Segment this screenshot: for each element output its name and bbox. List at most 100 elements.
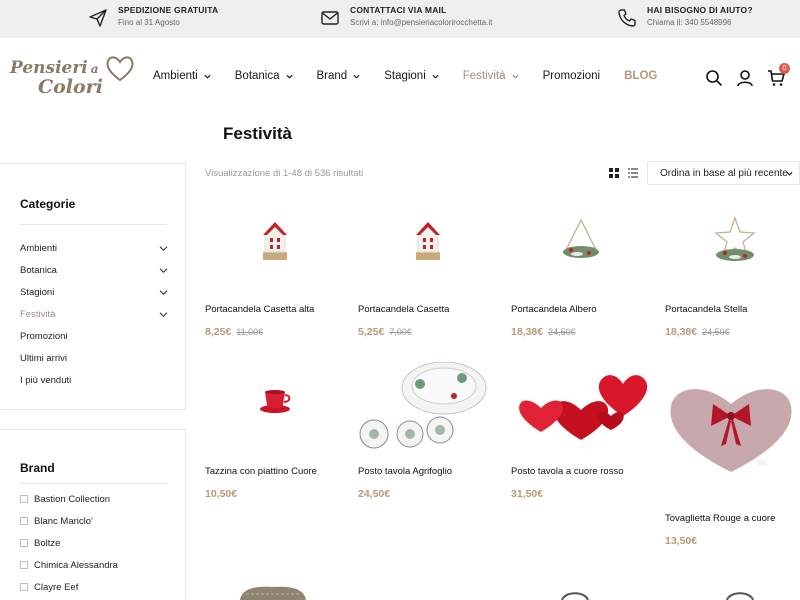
house-candle-holder-image — [263, 222, 287, 260]
product-name[interactable]: Portacandela Casetta — [358, 304, 449, 315]
logo-line2: Colori — [38, 76, 103, 98]
chevron-down-icon[interactable] — [159, 245, 168, 252]
next-row-product-image[interactable] — [725, 590, 755, 600]
product-name[interactable]: Posto tavola a cuore rosso — [511, 466, 623, 477]
nav-item-label: BLOG — [624, 70, 658, 82]
brand-filter-item[interactable]: Clayre Eef — [20, 576, 180, 598]
category-item[interactable]: Ambienti — [20, 237, 168, 259]
chevron-down-icon[interactable] — [159, 311, 168, 318]
nav-item-label: Botanica — [234, 70, 280, 82]
category-item[interactable]: Ultimi arrivi — [20, 347, 168, 369]
category-label: Stagioni — [20, 286, 55, 298]
current-price: 31,50€ — [511, 488, 544, 500]
product-image[interactable] — [205, 362, 345, 457]
category-item[interactable]: I più venduti — [20, 369, 168, 391]
site-logo[interactable]: Pensieri a Colori — [10, 56, 134, 100]
product-image[interactable] — [205, 200, 345, 295]
nav-item-botanica[interactable]: Botanica — [235, 70, 293, 82]
brand-filter-item[interactable]: Boltze — [20, 532, 180, 554]
category-item[interactable]: Promozioni — [20, 325, 168, 347]
brand-label: Blanc Mariclo' — [34, 515, 93, 527]
brand-label: Clayre Eef — [34, 581, 79, 593]
brand-checkbox[interactable] — [20, 517, 28, 525]
brand-checkbox[interactable] — [20, 561, 28, 569]
grid-view-icon[interactable] — [609, 168, 619, 178]
next-row-product-image[interactable] — [560, 590, 590, 600]
category-label: Botanica — [20, 264, 57, 276]
search-icon[interactable] — [705, 69, 723, 87]
mail-sub[interactable]: Scrivi a: info@pensieriacolorirocchetta.… — [350, 17, 492, 29]
category-item[interactable]: Stagioni — [20, 281, 168, 303]
product-name[interactable]: Posto tavola Agrifoglio — [358, 466, 452, 477]
brand-checkbox[interactable] — [20, 495, 28, 503]
product-price: 5,25€ 7,00€ — [358, 326, 412, 338]
logo-a: a — [90, 62, 99, 76]
nav-item-stagioni[interactable]: Stagioni — [384, 70, 439, 82]
heart-placemat-image — [670, 389, 792, 472]
next-row-product-image[interactable] — [236, 582, 310, 600]
sort-label: Ordina in base al più recente — [660, 167, 788, 179]
chevron-down-icon[interactable] — [159, 267, 168, 274]
brand-label: Chimica Alessandra — [34, 559, 118, 571]
list-view-icon[interactable] — [628, 168, 638, 178]
nav-item-label: Ambienti — [153, 70, 198, 82]
product-image[interactable] — [511, 362, 651, 457]
brand-checkbox[interactable] — [20, 539, 28, 547]
mail-info[interactable]: CONTATTACI VIA MAIL Scrivi a: info@pensi… — [320, 4, 492, 29]
brand-filter-item[interactable]: Chimica Alessandra — [20, 554, 180, 576]
house-candle-holder-image — [416, 222, 440, 260]
results-count: Visualizzazione di 1-48 di 536 risultati — [205, 168, 364, 179]
nav-item-ambienti[interactable]: Ambienti — [153, 70, 211, 82]
brand-divider — [20, 483, 167, 484]
help-title: HAI BISOGNO DI AIUTO? — [647, 5, 753, 15]
brand-checkbox[interactable] — [20, 583, 28, 591]
category-label: Festività — [20, 308, 56, 320]
nav-item-festivit[interactable]: Festività — [463, 70, 519, 82]
category-label: I più venduti — [20, 374, 72, 386]
page-title: Festività — [223, 124, 292, 143]
category-item[interactable]: Botanica — [20, 259, 168, 281]
categories-title: Categorie — [20, 197, 76, 211]
product-name[interactable]: Portacandela Albero — [511, 304, 597, 315]
current-price: 18,38€ — [665, 326, 698, 338]
product-price: 24,50€ — [358, 488, 390, 500]
current-price: 13,50€ — [665, 535, 698, 547]
cart-button[interactable]: 0 — [767, 63, 790, 87]
current-price: 5,25€ — [358, 326, 385, 338]
header-icons: 0 — [705, 63, 798, 87]
product-name[interactable]: Portacandela Stella — [665, 304, 747, 315]
holly-plates-image — [359, 362, 487, 449]
shipping-title: SPEDIZIONE GRATUITA — [118, 5, 219, 15]
envelope-icon — [321, 11, 339, 25]
mail-title: CONTATTACI VIA MAIL — [350, 5, 447, 15]
help-info[interactable]: HAI BISOGNO DI AIUTO? Chiama il: 340 554… — [617, 4, 753, 29]
product-name[interactable]: Tovaglietta Rouge a cuore — [665, 513, 775, 524]
user-icon[interactable] — [736, 69, 754, 87]
product-image[interactable] — [665, 200, 800, 295]
help-sub[interactable]: Chiama il: 340 5548996 — [647, 17, 753, 29]
brand-filter-item[interactable]: Blanc Mariclo' — [20, 510, 180, 532]
brand-title: Brand — [20, 461, 55, 475]
product-image[interactable] — [358, 200, 498, 295]
product-image[interactable] — [358, 362, 498, 457]
category-item[interactable]: Festività — [20, 303, 168, 325]
nav-item-promozioni[interactable]: Promozioni — [543, 70, 601, 82]
brand-filter-item[interactable]: Bastion Collection — [20, 488, 180, 510]
chevron-down-icon — [432, 74, 439, 79]
top-info-bar: SPEDIZIONE GRATUITA Fino al 31 Agosto CO… — [0, 0, 800, 38]
brand-widget: Brand Bastion Collection Blanc Mariclo' Bo… — [1, 429, 186, 600]
product-name[interactable]: Tazzina con piattino Cuore — [205, 466, 317, 477]
product-image[interactable] — [511, 200, 651, 295]
nav-item-label: Stagioni — [384, 70, 426, 82]
paper-plane-icon — [89, 9, 107, 27]
old-price: 7,00€ — [389, 327, 412, 337]
product-image[interactable] — [665, 376, 800, 491]
nav-item-blog[interactable]: BLOG — [624, 70, 657, 82]
categories-widget: Categorie Ambienti Botanica Stagioni Festiv… — [1, 163, 186, 410]
brand-list: Bastion Collection Blanc Mariclo' Boltze Ch… — [20, 488, 180, 598]
nav-item-brand[interactable]: Brand — [317, 70, 361, 82]
star-candle-holder-image — [714, 216, 756, 261]
product-name[interactable]: Portacandela Casetta alta — [205, 304, 314, 315]
sort-select[interactable]: Ordina in base al più recente — [647, 161, 800, 185]
chevron-down-icon[interactable] — [159, 289, 168, 296]
